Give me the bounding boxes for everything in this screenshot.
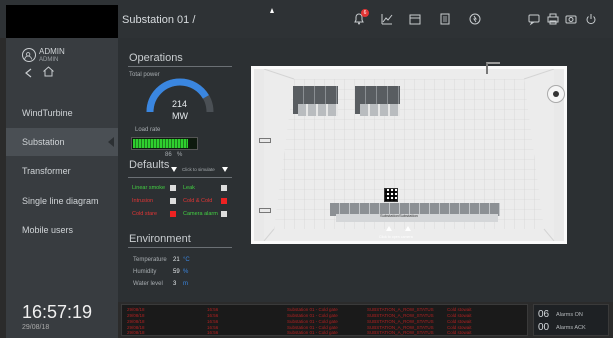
sidebar-item-transformer[interactable]: Transformer — [6, 157, 118, 185]
power-plug-icon[interactable] — [468, 12, 482, 26]
load-rate-unit: % — [177, 152, 183, 158]
user-role: ADMIN — [39, 57, 59, 63]
active-pointer — [108, 137, 114, 147]
fault-toggle[interactable] — [170, 198, 176, 204]
user-avatar-icon[interactable] — [22, 48, 36, 62]
dome-camera-icon[interactable] — [547, 85, 565, 103]
env-humidity-unit: % — [183, 269, 189, 275]
fault-linear-smoke: Linear smoke — [132, 185, 166, 191]
wall-camera-icon[interactable] — [259, 138, 271, 143]
defaults-title: Defaults — [129, 159, 170, 171]
scene-label-left: Substation — [380, 213, 399, 218]
sidebar-item-mobile-users[interactable]: Mobile users — [6, 216, 118, 244]
alarms-on-count: 06 — [538, 309, 550, 320]
user-name: ADMIN — [39, 47, 65, 56]
cabinet-front — [360, 104, 400, 116]
fault-intrusion: Intrusion — [132, 198, 154, 204]
sidebar-item-single-line-diagram[interactable]: Single line diagram — [6, 187, 118, 215]
back-icon[interactable] — [23, 66, 35, 78]
fault-camera-alarm: Camera alarm — [183, 211, 218, 217]
scene-label-right: Substation — [399, 213, 418, 218]
fault-toggle[interactable] — [221, 185, 227, 191]
env-water-level-label: Water level — [133, 281, 163, 287]
fault-toggle[interactable] — [170, 185, 176, 191]
divider — [128, 66, 232, 67]
date: 29/08/18 — [22, 324, 50, 331]
sidebar-item-windturbine[interactable]: WindTurbine — [6, 99, 118, 127]
load-rate-fill — [133, 139, 188, 148]
load-rate-value: 86 — [165, 152, 172, 158]
divider — [128, 177, 232, 178]
power-value: 214 — [172, 99, 188, 109]
env-humidity-label: Humidity — [133, 269, 157, 275]
load-rate-label: Load rate — [135, 127, 161, 133]
env-water-level-value: 3 — [173, 281, 177, 287]
home-icon[interactable] — [42, 65, 55, 78]
camera-hint: Click to open camera — [379, 235, 413, 239]
camera-icon[interactable] — [564, 12, 578, 26]
arrow-down-icon[interactable] — [222, 167, 228, 172]
log-row: 29/08/18 16:56 Substation 01 - Cold gate SU… — [127, 319, 472, 324]
alarms-ack-label: Alarms ACK — [556, 325, 586, 331]
divider — [128, 247, 232, 248]
cursor-icon — [270, 8, 274, 13]
env-temperature-value: 21 — [173, 257, 180, 263]
env-humidity-value: 59 — [173, 269, 180, 275]
fault-toggle[interactable] — [221, 198, 227, 204]
arrow-down-icon[interactable] — [171, 167, 177, 172]
camera-marker-icon[interactable] — [405, 226, 411, 231]
alarms-ack-count: 00 — [538, 322, 550, 333]
env-water-level-unit: m — [183, 281, 188, 287]
simulate-label[interactable]: Click to simulate — [182, 167, 215, 172]
power-icon[interactable] — [584, 12, 598, 26]
qr-code[interactable] — [384, 188, 398, 202]
clock: 16:57:19 — [22, 302, 93, 322]
env-temperature-unit: °C — [183, 257, 190, 263]
logo-area — [6, 5, 118, 38]
operations-title: Operations — [129, 52, 183, 64]
camera-marker-icon[interactable] — [386, 226, 392, 231]
chart-icon[interactable] — [380, 12, 394, 26]
printer-icon[interactable] — [546, 12, 560, 26]
log-row: 29/08/18 16:56 Substation 01 - Cold gate SU… — [127, 307, 472, 312]
log-row: 29/08/18 16:56 Substation 01 - Cold gate SU… — [127, 330, 472, 335]
fault-cold-cold: Cold & Cold — [183, 198, 213, 204]
ceiling-camera-icon[interactable] — [486, 62, 500, 74]
fault-toggle[interactable] — [221, 211, 227, 217]
env-temperature-label: Temperature — [133, 257, 167, 263]
sidebar-item-substation[interactable]: Substation — [6, 128, 118, 156]
document-icon[interactable] — [438, 12, 452, 26]
power-gauge — [146, 78, 214, 113]
wall-camera-icon[interactable] — [259, 208, 271, 213]
fault-cold-stare: Cold stare — [132, 211, 158, 217]
page-title: Substation 01 / — [122, 14, 196, 26]
cabinet-front — [298, 104, 338, 116]
fault-leak: Leak — [183, 185, 195, 191]
power-unit: MW — [172, 111, 188, 121]
calendar-icon[interactable] — [408, 12, 422, 26]
alarm-count-badge: 6 — [361, 9, 369, 17]
fault-toggle[interactable] — [170, 211, 176, 217]
log-row: 29/08/18 16:56 Substation 01 - Cold gate SU… — [127, 313, 472, 318]
alarms-on-label: Alarms ON — [556, 312, 583, 318]
chat-icon[interactable] — [527, 12, 541, 26]
environment-title: Environment — [129, 233, 191, 245]
